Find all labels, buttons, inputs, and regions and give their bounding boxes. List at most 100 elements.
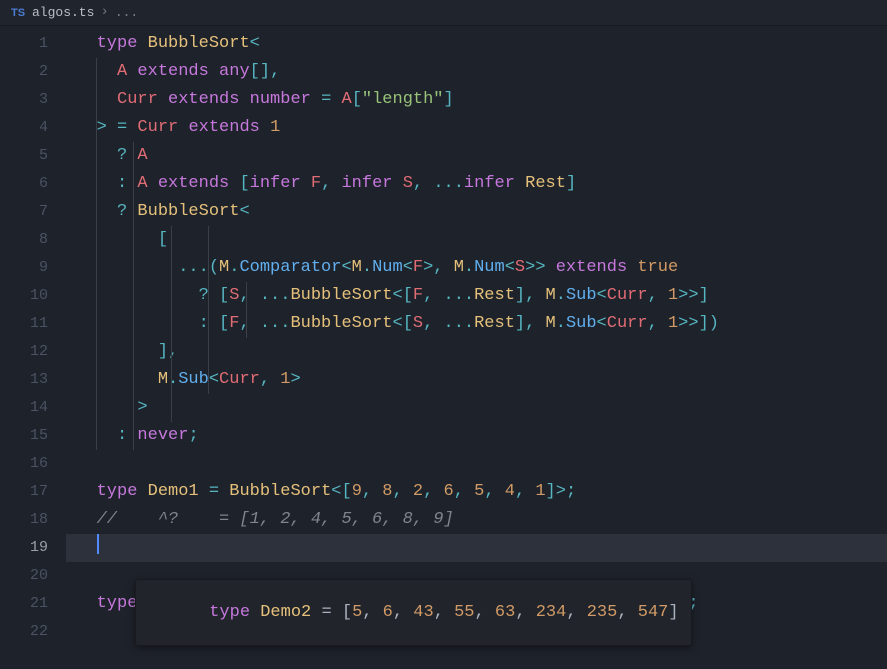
line-number: 1 <box>0 30 48 58</box>
code-token: ( <box>209 258 219 277</box>
code-token: Num <box>372 258 403 277</box>
hover-literal: 55 <box>454 603 474 622</box>
code-token: F <box>413 286 423 305</box>
code-token: S <box>403 174 413 193</box>
code-token <box>66 314 199 333</box>
code-token: 6 <box>444 482 454 501</box>
code-token: ) <box>709 314 719 333</box>
indent-guide <box>96 254 97 282</box>
code-line[interactable]: ? BubbleSort< <box>66 198 887 226</box>
code-token: > <box>290 370 300 389</box>
hover-literal: 6 <box>383 603 393 622</box>
code-token: : <box>117 174 127 193</box>
code-token: 1 <box>668 314 678 333</box>
code-token: Comparator <box>239 258 341 277</box>
code-token: Demo1 <box>148 482 199 501</box>
line-number: 13 <box>0 366 48 394</box>
line-number: 14 <box>0 394 48 422</box>
code-token: ? <box>117 202 127 221</box>
hover-typename: Demo2 <box>260 603 311 622</box>
code-line[interactable]: // ^? = [1, 2, 4, 5, 6, 8, 9] <box>66 506 887 534</box>
code-line[interactable]: ? A <box>66 142 887 170</box>
indent-guide <box>133 170 134 198</box>
hover-kw: type <box>209 603 260 622</box>
code-token: ... <box>178 258 209 277</box>
code-token: BubbleSort <box>290 314 392 333</box>
code-line[interactable]: type BubbleSort< <box>66 30 887 58</box>
code-line[interactable]: M.Sub<Curr, 1> <box>66 366 887 394</box>
code-token <box>66 370 158 389</box>
code-token: ; <box>566 482 576 501</box>
code-line[interactable]: [ <box>66 226 887 254</box>
code-token: = <box>117 118 127 137</box>
code-token: 4 <box>505 482 515 501</box>
code-token: ... <box>444 314 475 333</box>
code-token: , <box>454 482 474 501</box>
hover-sep: , <box>515 603 535 622</box>
code-token: any <box>219 62 250 81</box>
code-line[interactable]: Curr extends number = A["length"] <box>66 86 887 114</box>
code-token: Curr <box>117 90 158 109</box>
indent-guide <box>133 226 134 254</box>
code-token: extends <box>137 62 208 81</box>
line-number: 19 <box>0 534 48 562</box>
code-token <box>127 174 137 193</box>
code-token: extends <box>168 90 239 109</box>
code-token <box>393 174 403 193</box>
code-token: , <box>648 286 668 305</box>
code-line[interactable] <box>66 534 887 562</box>
code-token: [ <box>219 314 229 333</box>
code-token: 1 <box>280 370 290 389</box>
code-token: < <box>239 202 249 221</box>
code-token: ] <box>515 314 525 333</box>
code-line[interactable]: : never; <box>66 422 887 450</box>
code-token: Rest <box>474 314 515 333</box>
code-token: . <box>464 258 474 277</box>
code-token: > <box>137 398 147 417</box>
code-line[interactable]: > <box>66 394 887 422</box>
code-token: "length" <box>362 90 444 109</box>
indent-guide <box>208 310 209 338</box>
code-line[interactable]: A extends any[], <box>66 58 887 86</box>
code-line[interactable]: ...(M.Comparator<M.Num<F>, M.Num<S>> ext… <box>66 254 887 282</box>
hover-literal: 234 <box>536 603 567 622</box>
code-editor[interactable]: 12345678910111213141516171819202122 type… <box>0 26 887 669</box>
code-token: >> <box>525 258 545 277</box>
hover-literal: 547 <box>638 603 669 622</box>
code-line[interactable]: type Demo1 = BubbleSort<[9, 8, 2, 6, 5, … <box>66 478 887 506</box>
breadcrumb-ellipsis[interactable]: ... <box>115 5 138 20</box>
indent-guide <box>171 226 172 254</box>
text-cursor <box>97 534 99 554</box>
code-token <box>546 258 556 277</box>
code-token: , <box>413 174 433 193</box>
code-token: S <box>229 286 239 305</box>
code-line[interactable]: : A extends [infer F, infer S, ...infer … <box>66 170 887 198</box>
code-token: ; <box>188 426 198 445</box>
line-number: 15 <box>0 422 48 450</box>
chevron-right-icon: › <box>100 5 108 19</box>
code-token: , <box>525 314 545 333</box>
code-token: < <box>250 34 260 53</box>
code-token: . <box>168 370 178 389</box>
code-line[interactable]: > = Curr extends 1 <box>66 114 887 142</box>
code-area[interactable]: type BubbleSort< A extends any[], Curr e… <box>66 26 887 669</box>
code-token: 5 <box>474 482 484 501</box>
code-line[interactable]: ], <box>66 338 887 366</box>
indent-guide <box>171 394 172 422</box>
indent-guide <box>96 394 97 422</box>
code-token: type <box>97 594 138 613</box>
code-token: infer <box>341 174 392 193</box>
hover-eq: = <box>311 603 342 622</box>
code-line[interactable]: : [F, ...BubbleSort<[S, ...Rest], M.Sub<… <box>66 310 887 338</box>
code-token: , <box>321 174 341 193</box>
code-token: F <box>229 314 239 333</box>
code-token: , <box>515 482 535 501</box>
code-token <box>178 118 188 137</box>
line-number: 20 <box>0 562 48 590</box>
code-token: ? <box>117 146 127 165</box>
code-line[interactable] <box>66 450 887 478</box>
code-token: BubbleSort <box>229 482 331 501</box>
code-line[interactable]: ? [S, ...BubbleSort<[F, ...Rest], M.Sub<… <box>66 282 887 310</box>
file-name[interactable]: algos.ts <box>32 5 94 20</box>
code-token: Curr <box>219 370 260 389</box>
